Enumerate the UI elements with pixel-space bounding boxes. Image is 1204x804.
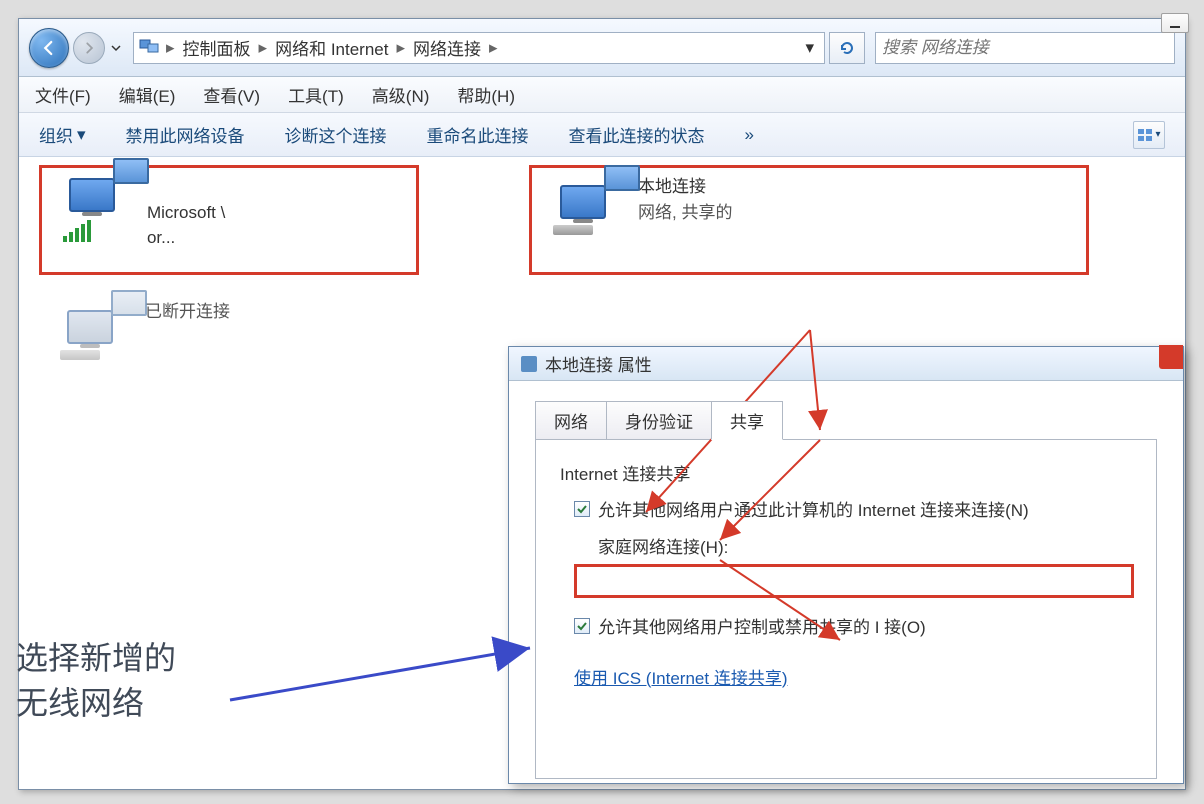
breadcrumb-arrow-icon: ▸ bbox=[166, 38, 175, 58]
breadcrumb-arrow-icon: ▸ bbox=[259, 38, 268, 58]
connection-status: 已断开连接 bbox=[145, 299, 230, 325]
address-bar[interactable]: ▸ 控制面板 ▸ 网络和 Internet ▸ 网络连接 ▸ ▾ bbox=[133, 32, 825, 64]
close-button[interactable] bbox=[1159, 345, 1183, 369]
adapter-name: Microsoft \ bbox=[147, 203, 225, 222]
breadcrumb-seg[interactable]: 控制面板 bbox=[175, 35, 259, 60]
menu-file[interactable]: 文件(F) bbox=[35, 82, 91, 107]
ethernet-cable-icon bbox=[553, 225, 593, 235]
dialog-titlebar[interactable]: 本地连接 属性 bbox=[509, 347, 1183, 381]
menu-help[interactable]: 帮助(H) bbox=[457, 82, 515, 107]
adapter-name-blurred bbox=[638, 225, 780, 251]
menu-tools[interactable]: 工具(T) bbox=[288, 82, 344, 107]
properties-dialog: 本地连接 属性 网络 身份验证 共享 Internet 连接共享 允许其他网络用… bbox=[508, 346, 1184, 784]
cmd-organize[interactable]: 组织▾ bbox=[39, 122, 86, 147]
cmd-rename[interactable]: 重命名此连接 bbox=[427, 122, 529, 147]
adapter-suffix: or... bbox=[147, 228, 175, 247]
breadcrumb-seg[interactable]: 网络连接 bbox=[405, 35, 489, 60]
connection-item-wifi[interactable]: Microsoft \ or... bbox=[39, 165, 419, 275]
nav-history-dropdown[interactable] bbox=[107, 43, 125, 53]
lan-adapter-icon bbox=[538, 174, 628, 246]
annotation-text: 选择新增的 无线网络 bbox=[16, 636, 176, 726]
breadcrumb-arrow-icon: ▸ bbox=[489, 38, 498, 58]
forward-button[interactable] bbox=[73, 32, 105, 64]
signal-bars-icon bbox=[63, 220, 91, 242]
network-icon bbox=[521, 356, 537, 372]
breadcrumb-arrow-icon: ▸ bbox=[396, 38, 405, 58]
home-network-label: 家庭网络连接(H): bbox=[598, 533, 1132, 558]
command-bar: 组织▾ 禁用此网络设备 诊断这个连接 重命名此连接 查看此连接的状态 » ▾ bbox=[19, 113, 1185, 157]
menu-advanced[interactable]: 高级(N) bbox=[372, 82, 430, 107]
ics-link[interactable]: 使用 ICS (Internet 连接共享) bbox=[574, 664, 787, 689]
cmd-disable[interactable]: 禁用此网络设备 bbox=[126, 122, 245, 147]
connection-item-disconnected[interactable]: 已断开连接 bbox=[39, 293, 419, 377]
breadcrumb-seg[interactable]: 网络和 Internet bbox=[267, 35, 396, 60]
allow-control-label: 允许其他网络用户控制或禁用共享的 I 接(O) bbox=[598, 616, 926, 640]
connection-name: 本地连接 bbox=[638, 174, 780, 200]
back-button[interactable] bbox=[29, 28, 69, 68]
cmd-more[interactable]: » bbox=[745, 125, 754, 145]
section-label: Internet 连接共享 bbox=[560, 460, 1132, 485]
nav-bar: ▸ 控制面板 ▸ 网络和 Internet ▸ 网络连接 ▸ ▾ bbox=[19, 19, 1185, 77]
window-controls bbox=[1161, 13, 1189, 33]
search-input[interactable] bbox=[882, 38, 1168, 58]
cmd-status[interactable]: 查看此连接的状态 bbox=[569, 122, 705, 147]
connection-status: 网络, 共享的 bbox=[638, 200, 780, 226]
tab-sharing[interactable]: 共享 bbox=[711, 401, 783, 440]
tab-auth[interactable]: 身份验证 bbox=[606, 401, 712, 440]
network-connections-icon bbox=[138, 37, 162, 59]
connection-ssid-blurred bbox=[147, 174, 410, 200]
allow-sharing-checkbox[interactable] bbox=[574, 501, 590, 517]
ethernet-cable-icon bbox=[60, 350, 100, 360]
dialog-title: 本地连接 属性 bbox=[545, 351, 652, 376]
menu-view[interactable]: 查看(V) bbox=[203, 82, 260, 107]
chevron-down-icon: ▾ bbox=[77, 125, 86, 145]
address-dropdown-icon[interactable]: ▾ bbox=[799, 38, 820, 58]
connection-item-lan[interactable]: 本地连接 网络, 共享的 bbox=[529, 165, 1089, 275]
view-options-button[interactable]: ▾ bbox=[1133, 121, 1165, 149]
disconnected-adapter-icon bbox=[45, 299, 135, 371]
tab-strip: 网络 身份验证 共享 bbox=[509, 381, 1183, 440]
tab-network[interactable]: 网络 bbox=[535, 401, 607, 440]
cmd-diagnose[interactable]: 诊断这个连接 bbox=[285, 122, 387, 147]
menu-bar: 文件(F) 编辑(E) 查看(V) 工具(T) 高级(N) 帮助(H) bbox=[19, 77, 1185, 113]
chevron-down-icon: ▾ bbox=[1155, 129, 1160, 140]
minimize-button[interactable] bbox=[1161, 13, 1189, 33]
sharing-panel: Internet 连接共享 允许其他网络用户通过此计算机的 Internet 连… bbox=[535, 439, 1157, 779]
allow-control-checkbox[interactable] bbox=[574, 618, 590, 634]
search-box[interactable] bbox=[875, 32, 1175, 64]
wifi-adapter-icon bbox=[48, 174, 137, 246]
refresh-button[interactable] bbox=[829, 32, 865, 64]
allow-sharing-label: 允许其他网络用户通过此计算机的 Internet 连接来连接(N) bbox=[598, 499, 1029, 523]
home-network-combo[interactable] bbox=[574, 564, 1134, 598]
adapter-name-blurred bbox=[145, 325, 230, 351]
menu-edit[interactable]: 编辑(E) bbox=[119, 82, 176, 107]
